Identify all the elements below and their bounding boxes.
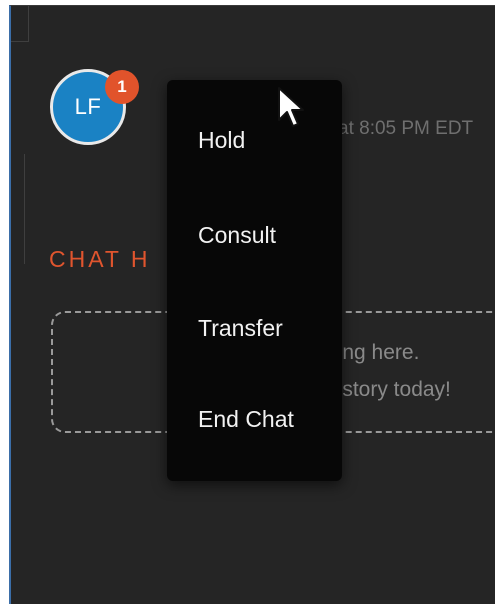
mouse-pointer-icon bbox=[278, 87, 304, 127]
notification-count: 1 bbox=[117, 77, 127, 96]
empty-state-line-2: history today! bbox=[326, 378, 451, 401]
menu-item-end-chat[interactable]: End Chat bbox=[167, 389, 342, 449]
chat-timestamp: at 8:05 PM EDT bbox=[338, 118, 474, 139]
chat-actions-menu: Hold Consult Transfer End Chat bbox=[167, 80, 342, 481]
menu-item-hold[interactable]: Hold bbox=[167, 110, 342, 170]
panel-side-divider bbox=[11, 154, 25, 264]
avatar-initials: LF bbox=[74, 94, 102, 119]
panel-corner-divider bbox=[11, 6, 29, 42]
notification-badge: 1 bbox=[105, 70, 139, 104]
app-frame: LF 1 at 8:05 PM EDT CHAT H hing here. hi… bbox=[0, 0, 495, 604]
chat-history-title: CHAT H bbox=[49, 246, 151, 272]
menu-item-consult[interactable]: Consult bbox=[167, 205, 342, 265]
menu-item-transfer[interactable]: Transfer bbox=[167, 298, 342, 358]
